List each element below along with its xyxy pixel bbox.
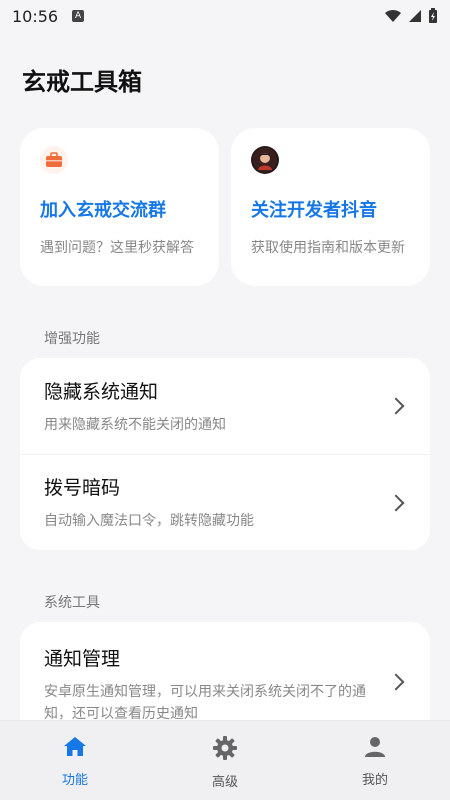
signal-icon <box>409 10 421 22</box>
nav-item-mine[interactable]: 我的 <box>300 721 450 800</box>
briefcase-icon <box>40 146 68 174</box>
row-desc: 用来隐藏系统不能关闭的通知 <box>44 416 226 433</box>
status-time: 10:56 <box>12 6 59 26</box>
wifi-icon <box>385 9 401 22</box>
nav-label: 功能 <box>61 773 88 788</box>
chevron-right-icon <box>387 673 405 691</box>
row-desc: 安卓原生通知管理，可以用来关闭系统关闭不了的通知，还可以查看历史通知 <box>44 684 366 722</box>
card-desc: 获取使用指南和版本更新 <box>251 240 405 256</box>
card-title: 关注开发者抖音 <box>251 200 377 221</box>
gear-icon <box>213 736 237 760</box>
nav-item-advanced[interactable]: 高级 <box>150 721 300 800</box>
nav-label: 我的 <box>361 773 388 788</box>
page-title: 玄戒工具箱 <box>22 68 142 96</box>
enhanced-group: 隐藏系统通知 用来隐藏系统不能关闭的通知 拨号暗码 自动输入魔法口令，跳转隐藏功… <box>20 358 430 550</box>
row-title: 隐藏系统通知 <box>44 380 159 403</box>
home-icon <box>64 737 86 756</box>
nav-label: 高级 <box>211 775 238 790</box>
top-cards: 加入玄戒交流群 遇到问题？这里秒获解答 关注开发者抖音 获取使用指南和版本更新 <box>20 128 430 286</box>
battery-icon <box>429 8 437 23</box>
status-bar: 10:56 A <box>0 0 450 32</box>
section-label-enhanced: 增强功能 <box>44 331 100 347</box>
notification-icon: A <box>72 10 85 22</box>
card-title: 加入玄戒交流群 <box>40 200 166 221</box>
card-desc: 遇到问题？这里秒获解答 <box>40 240 194 256</box>
section-label-system: 系统工具 <box>44 595 100 611</box>
status-icons <box>384 8 438 24</box>
follow-douyin-card[interactable]: 关注开发者抖音 获取使用指南和版本更新 <box>231 128 430 286</box>
list-item-dial-code[interactable]: 拨号暗码 自动输入魔法口令，跳转隐藏功能 <box>20 454 430 550</box>
list-item-hide-notification[interactable]: 隐藏系统通知 用来隐藏系统不能关闭的通知 <box>20 358 430 454</box>
chevron-right-icon <box>387 494 405 511</box>
bottom-nav: 功能 高级 我的 <box>0 720 450 800</box>
chevron-right-icon <box>387 397 405 415</box>
join-group-card[interactable]: 加入玄戒交流群 遇到问题？这里秒获解答 <box>20 128 219 286</box>
row-title: 拨号暗码 <box>44 477 121 499</box>
row-desc: 自动输入魔法口令，跳转隐藏功能 <box>44 513 254 529</box>
nav-item-features[interactable]: 功能 <box>0 721 150 800</box>
row-title: 通知管理 <box>44 648 121 670</box>
person-icon <box>365 737 385 757</box>
avatar-icon <box>251 146 279 174</box>
